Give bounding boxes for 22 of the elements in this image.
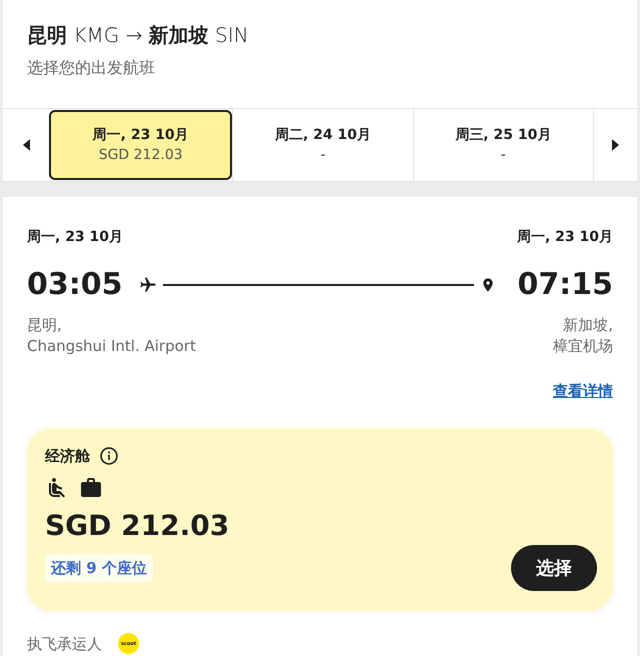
details-link[interactable]: 查看详情 bbox=[553, 381, 613, 401]
info-icon[interactable] bbox=[100, 447, 118, 465]
route-subtitle: 选择您的出发航班 bbox=[27, 57, 156, 79]
seats-left-badge: 还剩 9 个座位 bbox=[45, 554, 153, 582]
arrival-date: 周一, 23 10月 bbox=[516, 228, 613, 247]
select-button[interactable]: 选择 bbox=[511, 545, 597, 591]
airplane-icon bbox=[138, 276, 156, 294]
arrival-airport: 樟宜机场 bbox=[553, 336, 613, 357]
date-tab[interactable]: 周一, 23 10月 SGD 212.03 bbox=[49, 110, 232, 180]
caret-right-icon bbox=[612, 139, 619, 151]
departure-date: 周一, 23 10月 bbox=[27, 228, 124, 247]
caret-left-icon bbox=[22, 139, 30, 151]
departure-airport: Changshui Intl. Airport bbox=[27, 336, 196, 357]
carrier-label: 执飞承运人 bbox=[27, 634, 102, 654]
briefcase-icon bbox=[79, 476, 103, 500]
cabin-class: 经济舱 bbox=[45, 446, 90, 466]
departure-city: 昆明, bbox=[27, 315, 63, 336]
route-title: 昆明 KMG → 新加坡 SIN bbox=[27, 22, 250, 49]
arrival-city: 新加坡, bbox=[563, 315, 613, 336]
departure-time: 03:05 bbox=[27, 266, 122, 304]
fare-price: SGD 212.03 bbox=[45, 508, 230, 544]
arrival-time: 07:15 bbox=[516, 266, 613, 304]
